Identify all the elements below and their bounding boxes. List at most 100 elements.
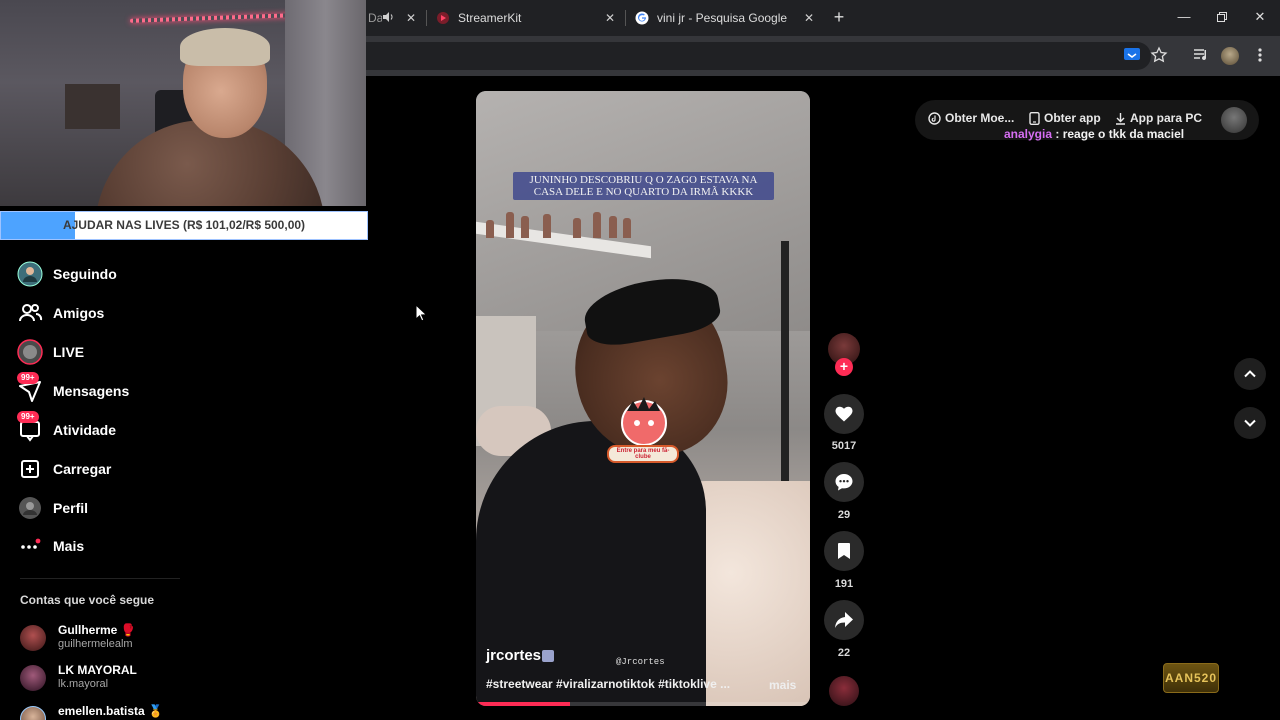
sound-disc-avatar[interactable] bbox=[829, 676, 859, 706]
streamerkit-favicon-icon bbox=[436, 11, 450, 25]
sidebar-item-label: Mensagens bbox=[53, 383, 130, 399]
user-avatar[interactable] bbox=[1221, 107, 1247, 133]
next-video-button[interactable] bbox=[1234, 407, 1266, 439]
following-accounts-title: Contas que você segue bbox=[20, 593, 155, 607]
plus-icon[interactable]: + bbox=[830, 7, 848, 27]
video-player[interactable]: JUNINHO DESCOBRIU Q O ZAGO ESTAVA NA CAS… bbox=[476, 91, 810, 706]
account-handle: lk.mayoral bbox=[58, 678, 109, 690]
account-name: emellen.batista 🏅 bbox=[58, 704, 163, 718]
friends-icon bbox=[17, 300, 43, 326]
donation-goal-bar: AJUDAR NAS LIVES (R$ 101,02/R$ 500,00) bbox=[0, 211, 368, 240]
profile-icon bbox=[17, 495, 43, 521]
activity-icon: 99+ bbox=[17, 411, 43, 443]
google-favicon-icon bbox=[635, 11, 649, 25]
share-count: 22 bbox=[837, 647, 851, 659]
sidebar-item-label: LIVE bbox=[53, 344, 85, 360]
previous-video-button[interactable] bbox=[1234, 358, 1266, 390]
like-count: 5017 bbox=[831, 440, 857, 452]
channel-logo: AAN520 bbox=[1163, 663, 1219, 693]
notification-badge: 99+ bbox=[17, 372, 39, 384]
media-icon[interactable] bbox=[1192, 46, 1212, 66]
browser-tab-streamerkit[interactable]: StreamerKit ✕ bbox=[436, 4, 619, 32]
tab-title: Da bbox=[368, 11, 382, 25]
chevron-down-icon bbox=[1244, 419, 1256, 427]
tab-title: vini jr - Pesquisa Google bbox=[657, 11, 788, 25]
share-button[interactable] bbox=[824, 600, 864, 640]
webcam-overlay bbox=[0, 0, 366, 206]
more-description-link[interactable]: mais bbox=[769, 678, 796, 692]
background-shelf bbox=[65, 84, 120, 129]
sidebar-item-more[interactable]: Mais bbox=[17, 531, 84, 561]
tab-separator bbox=[625, 10, 626, 26]
sidebar-item-label: Atividade bbox=[53, 422, 117, 438]
comment-icon bbox=[835, 474, 853, 491]
get-app-link[interactable]: Obter app bbox=[1029, 111, 1101, 125]
download-icon bbox=[1116, 112, 1125, 125]
video-progress-fill bbox=[476, 702, 570, 706]
star-icon[interactable] bbox=[1150, 46, 1170, 66]
browser-tab-first[interactable]: Da ✕ bbox=[368, 4, 420, 32]
sidebar-item-upload[interactable]: Carregar bbox=[17, 454, 111, 484]
sidebar-item-label: Carregar bbox=[53, 461, 112, 477]
sidebar-item-profile[interactable]: Perfil bbox=[17, 493, 88, 523]
get-coins-label: Obter Moe... bbox=[945, 111, 1015, 125]
cast-icon[interactable] bbox=[1123, 46, 1143, 66]
browser-tab-google[interactable]: vini jr - Pesquisa Google ✕ bbox=[635, 4, 818, 32]
sidebar-item-label: Seguindo bbox=[53, 266, 117, 282]
upload-icon bbox=[17, 456, 43, 482]
account-handle: guilhermelealm bbox=[58, 638, 133, 650]
close-tab-icon[interactable]: ✕ bbox=[402, 11, 420, 25]
avatar bbox=[20, 706, 46, 720]
chat-text: : reage o tkk da maciel bbox=[1055, 127, 1185, 141]
video-progress-bar[interactable] bbox=[476, 702, 810, 706]
follow-plus-icon[interactable]: + bbox=[835, 358, 853, 376]
pc-app-link[interactable]: App para PC bbox=[1115, 111, 1202, 125]
following-avatar-icon bbox=[17, 261, 43, 287]
restore-icon[interactable] bbox=[1210, 6, 1234, 28]
sidebar-item-friends[interactable]: Amigos bbox=[17, 298, 104, 328]
phone-icon bbox=[1029, 111, 1040, 125]
sidebar-item-activity[interactable]: 99+ Atividade bbox=[17, 411, 117, 445]
close-icon[interactable]: ✕ bbox=[1248, 6, 1272, 28]
video-ring-light-stand bbox=[781, 241, 789, 501]
sidebar-item-following[interactable]: Seguindo bbox=[17, 259, 117, 289]
video-hashtags[interactable]: #streetwear #viralizarnotiktok #tiktokli… bbox=[486, 677, 730, 691]
share-icon bbox=[835, 612, 853, 628]
notification-badge: 99+ bbox=[17, 411, 39, 423]
sidebar-item-live[interactable]: LIVE bbox=[17, 337, 84, 367]
video-caption: JUNINHO DESCOBRIU Q O ZAGO ESTAVA NA CAS… bbox=[513, 172, 774, 200]
messages-icon: 99+ bbox=[17, 372, 43, 404]
channel-logo-text: AAN520 bbox=[1164, 671, 1218, 685]
close-tab-icon[interactable]: ✕ bbox=[601, 11, 619, 25]
save-count: 191 bbox=[834, 578, 854, 590]
video-author[interactable]: jrcortes bbox=[486, 647, 541, 664]
speaker-icon[interactable] bbox=[382, 11, 396, 26]
close-tab-icon[interactable]: ✕ bbox=[800, 11, 818, 25]
chat-username: analygia bbox=[1004, 127, 1053, 141]
pc-app-label: App para PC bbox=[1130, 111, 1203, 125]
avatar bbox=[20, 665, 46, 691]
tab-separator bbox=[426, 10, 427, 26]
comment-count: 29 bbox=[837, 509, 851, 521]
profile-avatar[interactable] bbox=[1221, 47, 1239, 65]
fan-club-sticker-label[interactable]: Entre para meu fã-clube bbox=[607, 445, 679, 463]
chevron-up-icon bbox=[1244, 370, 1256, 378]
kebab-menu-icon[interactable] bbox=[1253, 46, 1273, 66]
sidebar-item-label: Perfil bbox=[53, 500, 89, 516]
like-button[interactable] bbox=[824, 394, 864, 434]
save-button[interactable] bbox=[824, 531, 864, 571]
minimize-icon[interactable]: — bbox=[1172, 6, 1196, 28]
video-watermark: @Jrcortes bbox=[616, 657, 665, 667]
author-badge-icon bbox=[542, 650, 554, 662]
comment-button[interactable] bbox=[824, 462, 864, 502]
address-bar[interactable] bbox=[366, 42, 1151, 70]
sidebar-item-messages[interactable]: 99+ Mensagens bbox=[17, 372, 130, 406]
more-icon bbox=[17, 533, 43, 559]
sidebar-divider bbox=[20, 578, 180, 579]
tab-title: StreamerKit bbox=[458, 11, 522, 25]
get-coins-link[interactable]: Obter Moe... bbox=[928, 111, 1014, 125]
video-bottles bbox=[481, 206, 641, 238]
tiktok-coin-icon bbox=[928, 111, 941, 125]
account-name: Gullherme 🥊 bbox=[58, 623, 136, 637]
live-icon bbox=[17, 339, 43, 365]
